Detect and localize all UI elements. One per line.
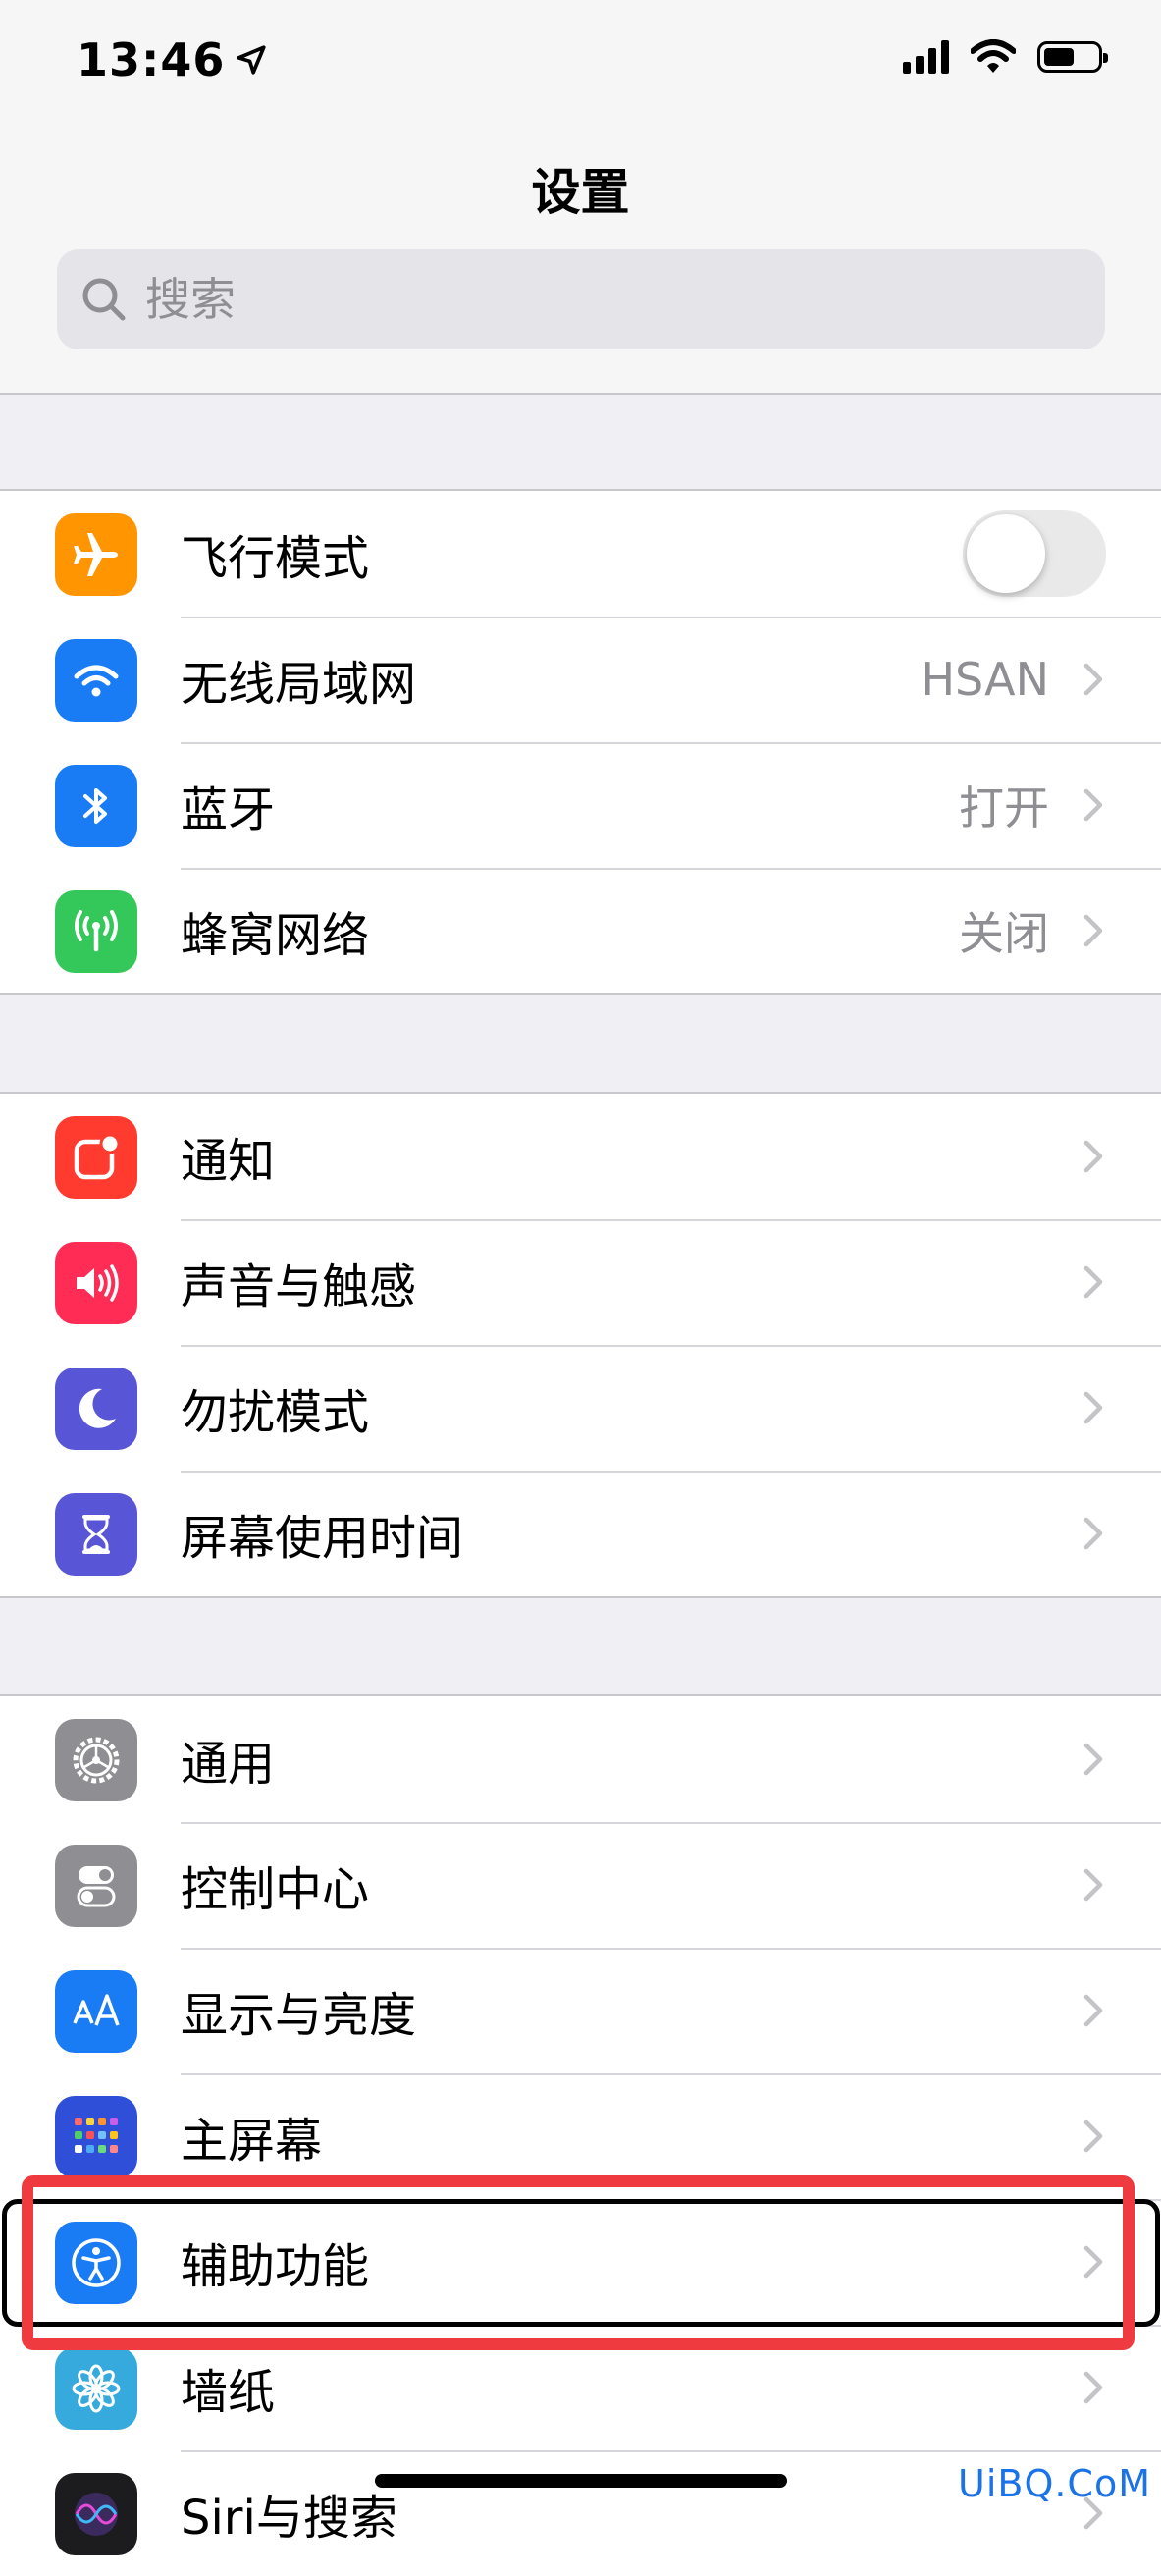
- settings-row-wifi[interactable]: 无线局域网 HSAN: [0, 617, 1161, 742]
- chevron-right-icon: [1083, 788, 1103, 822]
- settings-row-value: HSAN: [921, 653, 1049, 706]
- settings-row-label: 辅助功能: [181, 2239, 370, 2294]
- settings-row-cellular[interactable]: 蜂窝网络 关闭: [0, 868, 1161, 993]
- settings-row-screen-time[interactable]: 屏幕使用时间: [0, 1471, 1161, 1596]
- cellular-antenna-icon: [55, 890, 137, 973]
- chevron-right-icon: [1083, 1868, 1103, 1902]
- chevron-right-icon: [1083, 663, 1103, 696]
- settings-row-label: 墙纸: [181, 2365, 276, 2420]
- chevron-right-icon: [1083, 2371, 1103, 2404]
- moon-icon: [55, 1368, 137, 1450]
- chevron-right-icon: [1083, 1517, 1103, 1550]
- chevron-right-icon: [1083, 1391, 1103, 1424]
- home-screen-grid-icon: [55, 2096, 137, 2178]
- settings-row-label: 蜂窝网络: [181, 908, 370, 963]
- chevron-right-icon: [1083, 2120, 1103, 2153]
- status-bar-indicators: [903, 39, 1108, 75]
- siri-icon: [55, 2473, 137, 2555]
- chevron-right-icon: [1083, 1743, 1103, 1776]
- chevron-right-icon: [1083, 914, 1103, 947]
- settings-row-label: 屏幕使用时间: [181, 1511, 464, 1566]
- switches-icon: [55, 1845, 137, 1927]
- settings-row-general[interactable]: 通用: [0, 1696, 1161, 1822]
- settings-row-label: 通知: [181, 1134, 276, 1189]
- battery-icon: [1037, 41, 1108, 73]
- settings-group-notifications: 通知 声音与触感 勿扰模式 屏幕使用时间: [0, 1092, 1161, 1598]
- settings-row-display-brightness[interactable]: 显示与亮度: [0, 1948, 1161, 2073]
- navigation-header: 13:46 设置: [0, 0, 1161, 395]
- wifi-icon: [55, 639, 137, 722]
- settings-row-accessibility[interactable]: 辅助功能: [0, 2199, 1161, 2325]
- wifi-status-icon: [971, 39, 1016, 73]
- flower-icon: [55, 2347, 137, 2430]
- cellular-signal-icon: [903, 40, 949, 74]
- settings-row-label: 蓝牙: [181, 782, 276, 837]
- watermark: UiBQ.CoM: [958, 2462, 1151, 2505]
- text-size-icon: [55, 1970, 137, 2053]
- settings-row-label: 声音与触感: [181, 1260, 417, 1315]
- settings-row-label: 通用: [181, 1737, 276, 1792]
- settings-row-label: 主屏幕: [181, 2114, 323, 2169]
- settings-row-label: 飞行模式: [181, 531, 370, 586]
- settings-row-home-screen[interactable]: 主屏幕: [0, 2073, 1161, 2199]
- chevron-right-icon: [1083, 1140, 1103, 1173]
- settings-row-value: 关闭: [959, 907, 1049, 960]
- settings-row-label: 控制中心: [181, 1862, 370, 1917]
- notifications-icon: [55, 1116, 137, 1199]
- search-input[interactable]: [143, 272, 1030, 327]
- status-bar-time-group: 13:46: [77, 33, 268, 86]
- home-indicator[interactable]: [375, 2474, 787, 2488]
- page-title: 设置: [531, 164, 630, 221]
- airplane-mode-toggle[interactable]: [963, 510, 1106, 597]
- settings-row-value: 打开: [959, 781, 1049, 834]
- settings-row-label: 勿扰模式: [181, 1385, 370, 1440]
- settings-row-sounds[interactable]: 声音与触感: [0, 1219, 1161, 1345]
- settings-row-bluetooth[interactable]: 蓝牙 打开: [0, 742, 1161, 868]
- status-time: 13:46: [77, 33, 226, 86]
- chevron-right-icon: [1083, 1994, 1103, 2027]
- accessibility-icon: [55, 2222, 137, 2304]
- settings-row-wallpaper[interactable]: 墙纸: [0, 2325, 1161, 2450]
- settings-row-control-center[interactable]: 控制中心: [0, 1822, 1161, 1948]
- hourglass-icon: [55, 1493, 137, 1576]
- settings-row-do-not-disturb[interactable]: 勿扰模式: [0, 1345, 1161, 1471]
- settings-row-airplane-mode[interactable]: 飞行模式: [0, 491, 1161, 617]
- settings-group-general: 通用 控制中心 显示与亮度 主屏幕 辅助功能 墙纸 Siri与搜索: [0, 1694, 1161, 2576]
- speaker-icon: [55, 1242, 137, 1324]
- gear-icon: [55, 1719, 137, 1801]
- airplane-icon: [55, 513, 137, 596]
- chevron-right-icon: [1083, 1265, 1103, 1299]
- settings-group-connectivity: 飞行模式 无线局域网 HSAN 蓝牙 打开 蜂窝网络 关闭: [0, 489, 1161, 995]
- location-arrow-icon: [237, 45, 267, 75]
- settings-row-label: 无线局域网: [181, 657, 417, 712]
- settings-row-label: 显示与亮度: [181, 1988, 417, 2043]
- search-icon: [82, 278, 126, 321]
- search-bar[interactable]: [57, 249, 1105, 349]
- chevron-right-icon: [1083, 2245, 1103, 2279]
- settings-row-notifications[interactable]: 通知: [0, 1094, 1161, 1219]
- settings-row-label: Siri与搜索: [181, 2491, 397, 2546]
- bluetooth-icon: [55, 765, 137, 847]
